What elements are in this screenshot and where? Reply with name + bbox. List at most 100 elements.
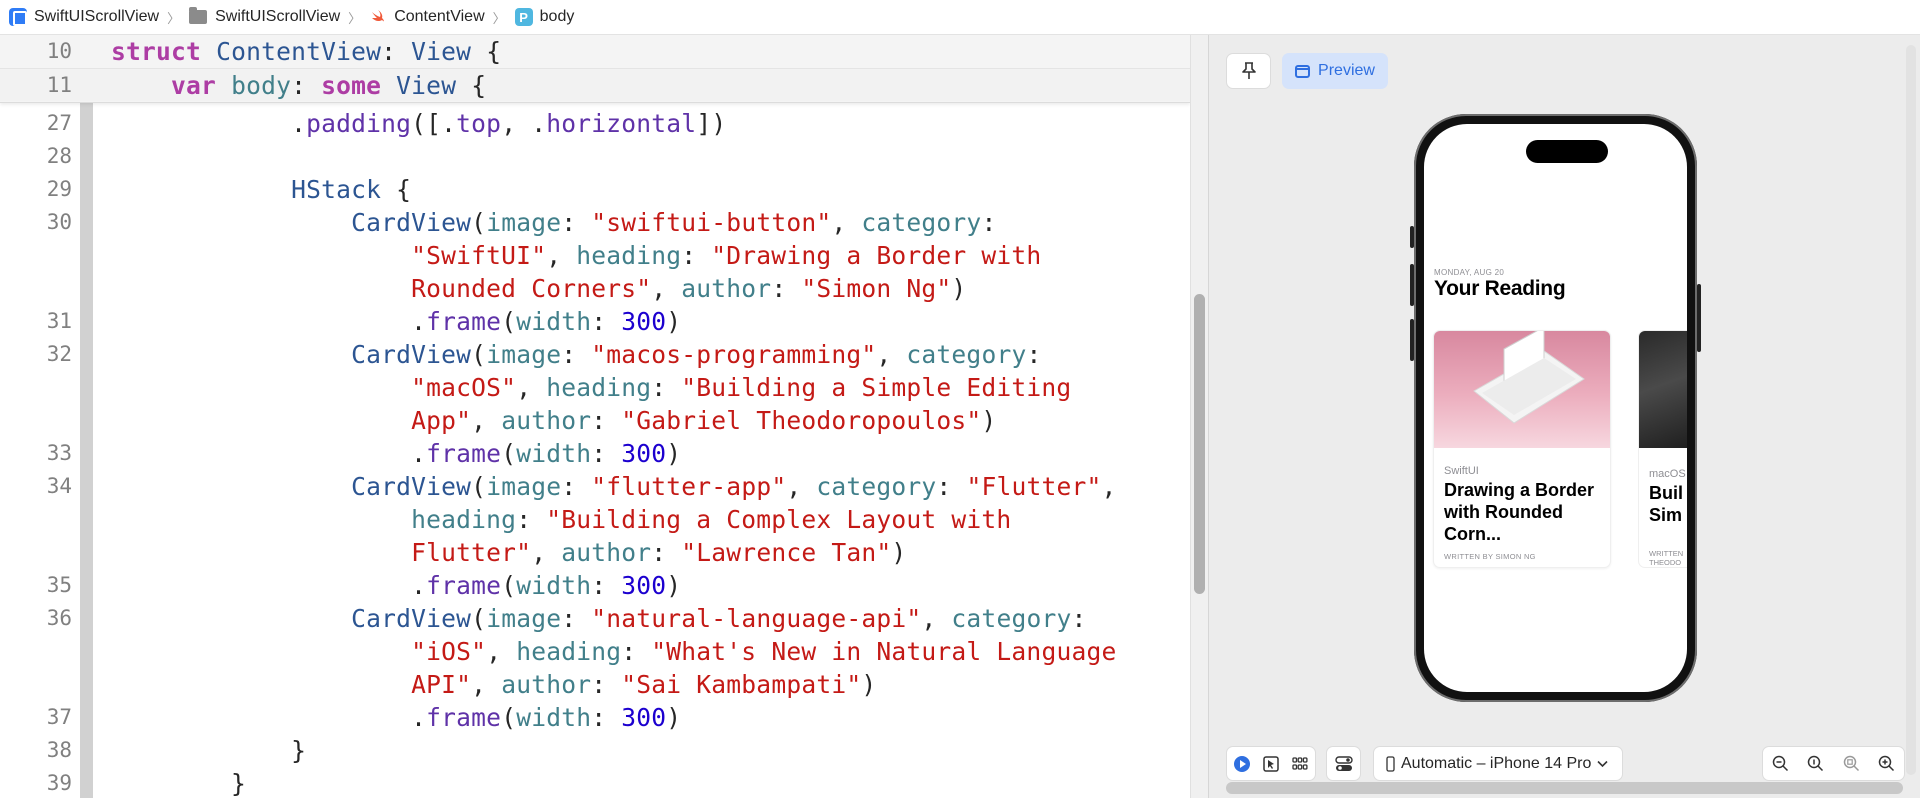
code-line[interactable]: 31 .frame(width: 300)	[0, 305, 1190, 338]
preview-mode-button[interactable]: Preview	[1282, 53, 1388, 89]
code-text: CardView(image: "macos-programming", cat…	[111, 338, 1041, 371]
zoom-out-button[interactable]	[1766, 747, 1796, 780]
code-token: :	[591, 703, 622, 732]
code-token: :	[381, 37, 412, 66]
toggle-settings-icon-wrap	[1327, 747, 1360, 780]
zoom-in-button[interactable]	[1871, 747, 1901, 780]
code-line[interactable]: 10 struct ContentView: View {	[0, 35, 1190, 68]
code-token: :	[936, 472, 967, 501]
device-settings-button[interactable]	[1326, 746, 1361, 781]
code-token: :	[591, 307, 622, 336]
code-line[interactable]: 39 }	[0, 767, 1190, 798]
code-token: ,	[876, 340, 907, 369]
zoom-fit-icon	[1843, 755, 1859, 772]
breadcrumb-symbol[interactable]: P body	[514, 0, 574, 35]
canvas-vertical-scrollbar[interactable]	[1906, 45, 1916, 775]
card-heading: Drawing a Border with Rounded Corn...	[1444, 480, 1595, 544]
code-line[interactable]: Rounded Corners", author: "Simon Ng")	[0, 272, 1190, 305]
variants-button[interactable]	[1286, 747, 1315, 780]
canvas-horizontal-scrollbar[interactable]	[1226, 782, 1903, 794]
code-line[interactable]: 36 CardView(image: "natural-language-api…	[0, 602, 1190, 635]
code-token: :	[561, 208, 592, 237]
code-token: 300	[621, 439, 667, 468]
code-text: var body: some View {	[111, 69, 486, 102]
pin-icon	[1241, 62, 1256, 79]
line-number: 37	[46, 705, 72, 729]
code-line[interactable]: 30 CardView(image: "swiftui-button", cat…	[0, 206, 1190, 239]
line-number: 38	[46, 738, 72, 762]
line-number: 27	[46, 111, 72, 135]
code-token: :	[651, 373, 682, 402]
code-token: :	[1026, 340, 1042, 369]
code-text: heading: "Building a Complex Layout with	[111, 503, 1011, 536]
code-line[interactable]: "SwiftUI", heading: "Drawing a Border wi…	[0, 239, 1190, 272]
code-token: author	[501, 406, 592, 435]
code-token: }	[111, 769, 247, 798]
line-number: 31	[46, 309, 72, 333]
breadcrumb-project[interactable]: SwiftUIScrollView	[9, 0, 159, 35]
code-token: .	[111, 109, 307, 138]
code-line[interactable]: "iOS", heading: "What's New in Natural L…	[0, 635, 1190, 668]
code-token: :	[561, 340, 592, 369]
code-token: (	[471, 604, 487, 633]
zoom-to-fit-button[interactable]	[1836, 747, 1866, 780]
card-view[interactable]: macOS Buil Sim WRITTEN THEODO	[1638, 330, 1687, 568]
code-token: ContentView	[216, 37, 382, 66]
code-line[interactable]: 32 CardView(image: "macos-programming", …	[0, 338, 1190, 371]
editor-scrollbar-thumb[interactable]	[1194, 294, 1205, 594]
code-token: "iOS"	[411, 637, 487, 666]
code-line[interactable]: 29 HStack {	[0, 173, 1190, 206]
pin-preview-button[interactable]	[1226, 53, 1271, 89]
code-token: :	[591, 439, 622, 468]
phone-screen[interactable]: MONDAY, AUG 20 Your Reading SwiftUI Draw…	[1424, 124, 1687, 692]
code-token: )	[666, 439, 682, 468]
code-folding-ribbon[interactable]	[80, 103, 93, 798]
line-number: 32	[46, 342, 72, 366]
code-text: API", author: "Sai Kambampati")	[111, 668, 876, 701]
window-icon	[1295, 64, 1311, 78]
live-mode-button[interactable]	[1227, 747, 1256, 780]
code-line[interactable]: 11 var body: some View {	[0, 68, 1190, 101]
code-line[interactable]: 37 .frame(width: 300)	[0, 701, 1190, 734]
code-line[interactable]: Flutter", author: "Lawrence Tan")	[0, 536, 1190, 569]
breadcrumb-file[interactable]: ContentView	[370, 0, 485, 35]
zoom-out-icon	[1772, 755, 1789, 772]
code-line[interactable]: 38 }	[0, 734, 1190, 767]
property-icon: P	[514, 8, 533, 26]
preview-canvas: Preview MONDAY, AUG 20 Your Reading Swif…	[1209, 35, 1920, 798]
code-line[interactable]: API", author: "Sai Kambampati")	[0, 668, 1190, 701]
card-view[interactable]: SwiftUI Drawing a Border with Rounded Co…	[1433, 330, 1611, 568]
code-token: width	[516, 571, 592, 600]
code-token: :	[591, 571, 622, 600]
code-line[interactable]: "macOS", heading: "Building a Simple Edi…	[0, 371, 1190, 404]
code-line[interactable]: 27 .padding([.top, .horizontal])	[0, 107, 1190, 140]
device-settings-icon	[1334, 755, 1353, 771]
reading-heading: Your Reading	[1434, 277, 1566, 300]
code-line[interactable]: 28	[0, 140, 1190, 173]
phone-side-button	[1410, 319, 1414, 361]
breadcrumb-folder[interactable]: SwiftUIScrollView	[189, 0, 340, 35]
code-token: :	[771, 274, 802, 303]
code-line[interactable]: App", author: "Gabriel Theodoropoulos")	[0, 404, 1190, 437]
device-picker[interactable]: Automatic – iPhone 14 Pro	[1373, 746, 1623, 781]
code-line[interactable]: 34 CardView(image: "flutter-app", catego…	[0, 470, 1190, 503]
code-line[interactable]: 35 .frame(width: 300)	[0, 569, 1190, 602]
source-editor[interactable]: 10 struct ContentView: View {11 var body:…	[0, 35, 1190, 798]
code-line[interactable]: heading: "Building a Complex Layout with	[0, 503, 1190, 536]
code-token: horizontal	[546, 109, 697, 138]
code-token: ,	[471, 670, 502, 699]
code-text: struct ContentView: View {	[111, 35, 501, 68]
code-token: {	[456, 71, 487, 100]
selectable-mode-button[interactable]	[1256, 747, 1285, 780]
code-line[interactable]: 33 .frame(width: 300)	[0, 437, 1190, 470]
zoom-actual-size-button[interactable]	[1801, 747, 1831, 780]
card-author: WRITTEN THEODO	[1649, 549, 1684, 567]
chevron-right-icon: 〉	[348, 10, 362, 26]
code-lines[interactable]: 27 .padding([.top, .horizontal]) 28 29 HSt…	[0, 107, 1190, 798]
